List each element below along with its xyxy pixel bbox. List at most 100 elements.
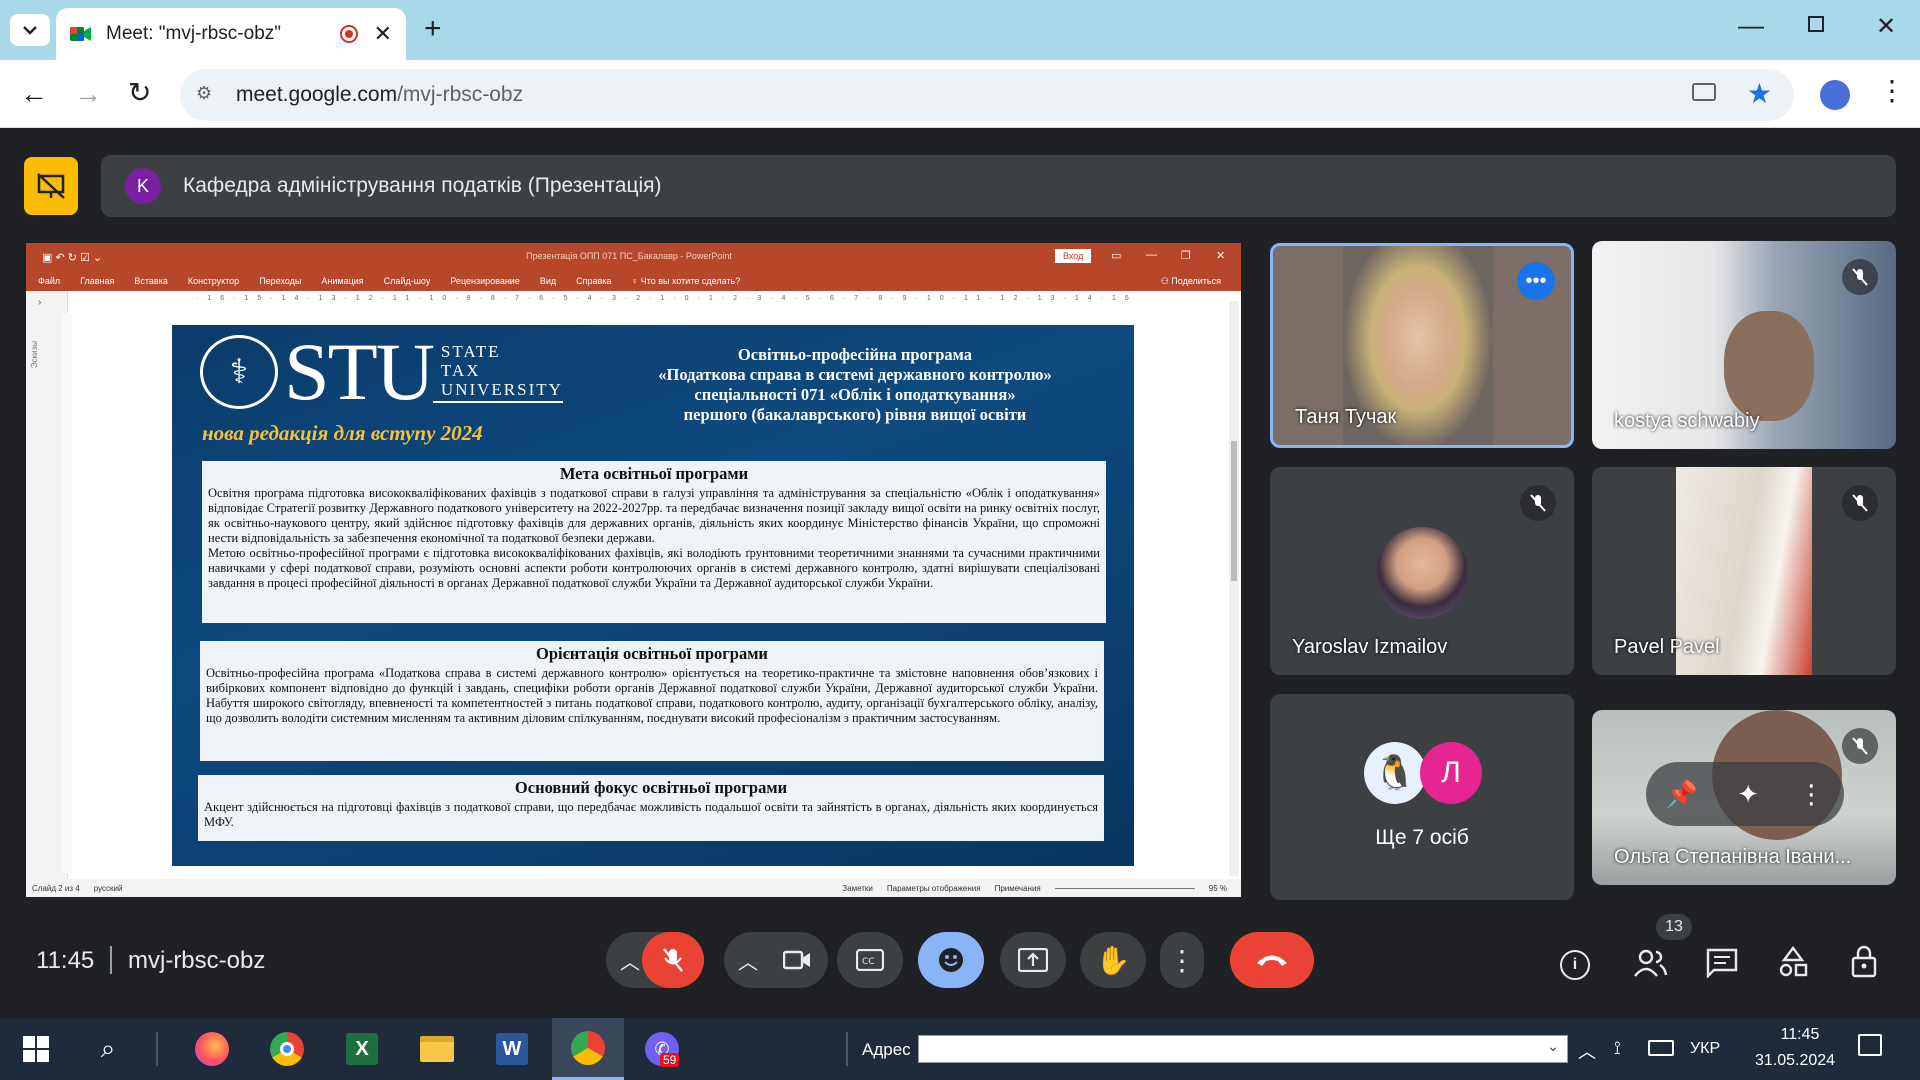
firefox-icon [195,1032,229,1066]
more-participants-tile[interactable]: 🐧 Л Ще 7 осіб [1270,694,1574,900]
show-hidden-icons-icon[interactable]: ︿ [1578,1038,1596,1064]
meeting-info-icon[interactable]: i [1560,950,1590,980]
captions-button[interactable]: CC [837,932,903,988]
system-date[interactable]: 31.05.2024 [1740,1052,1850,1070]
participant-tile[interactable]: Yaroslav Izmailov [1270,467,1574,675]
camera-button[interactable] [766,932,828,988]
address-toolbar-label: Адрес [862,1040,911,1059]
refresh-icon[interactable]: ↻ [1544,1034,1562,1060]
ppt-zoom-slider [1054,887,1195,889]
presentation-badge[interactable] [24,157,78,215]
taskbar-word[interactable]: W [484,1021,540,1077]
taskbar-explorer[interactable] [409,1021,465,1077]
minimize-button[interactable]: — [1738,10,1764,41]
presentation-off-icon [37,173,65,199]
profile-avatar[interactable] [1820,80,1850,110]
participant-name: Ольга Степанівна Івани... [1614,846,1852,868]
presenter-avatar: K [125,168,161,204]
ppt-titlebar: ▣ ↶ ↻ ☑ ⌄ Презентація ОПП 071 ПС_Бакалав… [26,243,1241,271]
chat-button[interactable] [1706,948,1738,983]
people-button[interactable]: 13 [1632,914,1692,983]
mic-control-group: ︿ [606,932,704,988]
participant-tile[interactable]: Pavel Pavel [1592,467,1896,675]
leave-call-button[interactable] [1230,932,1314,988]
taskbar-chrome-active[interactable] [552,1018,624,1080]
address-bar[interactable]: ⚙ meet.google.com/mvj-rbsc-obz ★ [180,69,1794,121]
windows-logo-icon [23,1036,49,1062]
ppt-scrollbar [1229,301,1239,876]
participant-name: Pavel Pavel [1614,636,1720,658]
activities-button[interactable] [1778,946,1808,983]
ppt-menu-item: Рецензирование [450,276,520,286]
ppt-menu-item: Анимация [321,276,364,286]
collapse-arrow-icon: › [38,297,42,308]
taskbar-viber[interactable]: ✆ 59 [634,1021,690,1077]
ppt-menu-item: Слайд-шоу [383,276,431,286]
address-toolbar-input[interactable]: ⌄ [918,1035,1568,1063]
host-controls-button[interactable] [1850,944,1880,983]
participant-tile[interactable]: 📌 ✦ ⋮ Ольга Степанівна Івани... [1592,710,1896,885]
more-options-button[interactable]: ⋮ [1160,932,1204,988]
site-info-icon[interactable]: ⚙ [196,83,212,104]
mic-off-icon [663,948,683,972]
present-screen-button[interactable] [1000,932,1066,988]
network-icon[interactable]: ⟟ [1614,1038,1621,1059]
ppt-menu-item: Файл [38,276,61,286]
search-icon[interactable]: ⌕ [80,1021,136,1077]
new-tab-button[interactable]: + [424,12,442,46]
close-window-button[interactable]: ✕ [1876,12,1896,41]
participant-tile[interactable]: kostya schwabiy [1592,241,1896,449]
taskbar-excel[interactable]: X [334,1021,390,1077]
participant-tile-active-speaker[interactable]: ••• Таня Тучак [1270,243,1574,448]
microphone-button[interactable] [642,932,704,988]
ppt-language: русский [93,883,123,893]
bookmark-star-icon[interactable]: ★ [1747,77,1772,110]
ppt-menu-item: Конструктор [187,276,240,286]
ppt-menu-item: Справка [576,276,612,286]
reload-button[interactable]: ↻ [128,76,151,109]
forward-button[interactable]: → [74,78,102,110]
battery-icon[interactable] [1648,1040,1674,1056]
start-button[interactable] [8,1021,64,1077]
pin-icon[interactable]: 📌 [1666,779,1698,810]
reactions-button[interactable] [918,932,984,988]
goal-text: Освітня програма підготовка висококваліф… [208,486,1100,545]
notifications-icon[interactable] [1858,1034,1882,1056]
separator [110,946,112,974]
ppt-share: ⚇ Поделиться [1160,275,1221,286]
video-options-chevron-icon[interactable]: ︿ [738,946,758,975]
camera-icon [783,950,810,970]
back-button[interactable]: ← [20,78,48,110]
effects-sparkle-icon[interactable]: ✦ [1737,779,1759,810]
camera-permission-icon[interactable] [1692,83,1716,101]
recording-icon [339,25,358,43]
logo-stu: STU [284,326,435,417]
audio-options-chevron-icon[interactable]: ︿ [620,946,640,975]
viber-badge: 59 [660,1053,680,1067]
camera-control-group: ︿ [724,932,828,988]
taskbar-firefox[interactable] [184,1021,240,1077]
raise-hand-button[interactable]: ✋ [1080,932,1146,988]
input-language[interactable]: УКР [1690,1040,1720,1058]
tab-search-button[interactable] [10,14,50,46]
ppt-zoom: 95 % [1208,883,1227,893]
url-host: meet.google.com [236,83,398,106]
participant-name: Yaroslav Izmailov [1292,636,1448,658]
chrome-icon [571,1030,605,1065]
system-time[interactable]: 11:45 [1760,1026,1840,1044]
browser-tab-meet[interactable]: Meet: "mvj-rbsc-obz" ✕ [56,8,406,60]
meeting-code: mvj-rbsc-obz [128,947,266,974]
more-vert-icon[interactable]: ⋮ [1798,779,1824,810]
browser-menu-icon[interactable]: ⋮ [1878,76,1906,106]
chat-icon [1706,948,1738,979]
folder-icon [420,1036,454,1062]
restore-button[interactable] [1808,16,1824,32]
more-participants-label: Ще 7 осіб [1375,826,1469,849]
ppt-window-title: Презентація ОПП 071 ПС_Бакалавр - PowerP… [526,251,732,261]
more-options-icon[interactable]: ••• [1517,262,1555,300]
taskbar-chrome[interactable] [259,1021,315,1077]
focus-text: Акцент здійснюється на підготовці фахівц… [204,800,1098,829]
ppt-status-bar: Слайд 2 из 4 русский Заметки Параметры о… [26,879,1241,897]
close-tab-icon[interactable]: ✕ [374,21,392,47]
slide-tagline: нова редакція для вступу 2024 [202,421,483,445]
